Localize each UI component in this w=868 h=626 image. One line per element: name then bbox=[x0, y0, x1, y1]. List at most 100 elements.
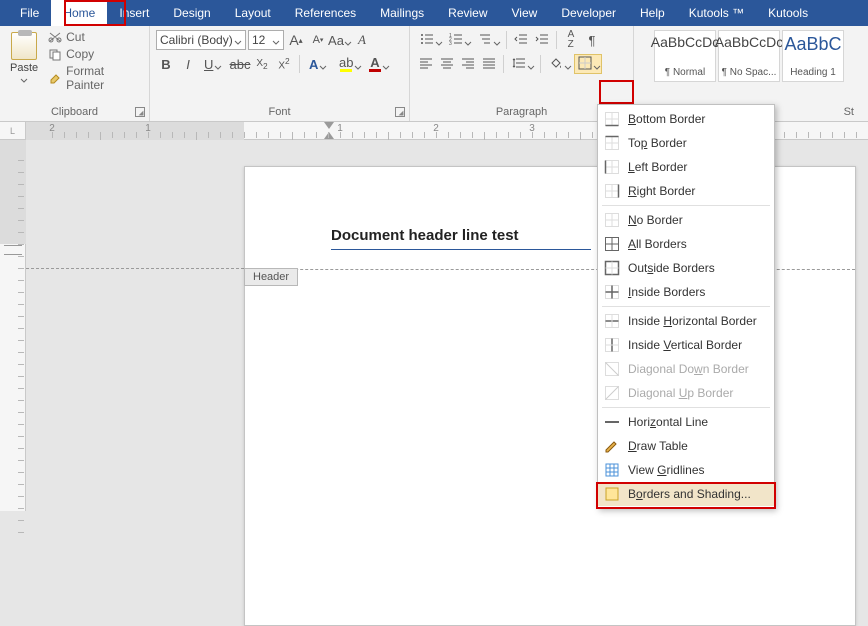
pilcrow-icon: ¶ bbox=[589, 33, 596, 48]
numbering-button[interactable]: 123 bbox=[445, 30, 473, 50]
italic-button[interactable]: I bbox=[178, 54, 198, 74]
group-label-paragraph: Paragraph bbox=[416, 104, 627, 121]
menu-item-label: Horizontal Line bbox=[628, 415, 708, 429]
brush-icon bbox=[48, 72, 62, 84]
align-right-icon bbox=[461, 56, 475, 73]
menu-tab-help[interactable]: Help bbox=[628, 0, 677, 26]
menu-bar: FileHomeInsertDesignLayoutReferencesMail… bbox=[0, 0, 868, 26]
text-effects-button[interactable]: A bbox=[305, 54, 333, 74]
borders-menu-bottom[interactable]: Bottom Border bbox=[598, 107, 774, 131]
menu-tab-file[interactable]: File bbox=[8, 0, 51, 26]
group-clipboard: Paste Cut Copy Format Painter Clipboard bbox=[0, 26, 150, 121]
borders-menu-all[interactable]: All Borders bbox=[598, 232, 774, 256]
indent-marker-top[interactable] bbox=[324, 122, 334, 129]
highlight-button[interactable]: ab bbox=[335, 54, 363, 74]
grow-font-button[interactable]: A▴ bbox=[286, 30, 306, 50]
scissors-icon bbox=[48, 31, 62, 43]
cut-button[interactable]: Cut bbox=[48, 30, 143, 44]
shrink-font-button[interactable]: A▾ bbox=[308, 30, 328, 50]
menu-tab-references[interactable]: References bbox=[283, 0, 368, 26]
paste-button[interactable]: Paste bbox=[6, 30, 42, 84]
menu-tab-kutools[interactable]: Kutools ™ bbox=[677, 0, 756, 26]
borders-dropdown-menu: Bottom Border Top Border Left Border Right … bbox=[597, 104, 775, 509]
inh-icon bbox=[604, 313, 620, 329]
bold-button[interactable]: B bbox=[156, 54, 176, 74]
sort-button[interactable]: AZ bbox=[561, 30, 581, 50]
style-no-spacing[interactable]: AaBbCcDc¶ No Spac... bbox=[718, 30, 780, 82]
menu-item-label: Diagonal Down Border bbox=[628, 362, 749, 376]
dialog-launcher-clipboard[interactable] bbox=[135, 107, 145, 117]
borders-button[interactable] bbox=[574, 54, 602, 74]
change-case-button[interactable]: Aa bbox=[330, 30, 350, 50]
style-normal[interactable]: AaBbCcDc¶ Normal bbox=[654, 30, 716, 82]
borders-menu-inh[interactable]: Inside Horizontal Border bbox=[598, 309, 774, 333]
ddown-icon bbox=[604, 361, 620, 377]
borders-menu-ddown: Diagonal Down Border bbox=[598, 357, 774, 381]
bucket-icon bbox=[549, 56, 563, 73]
decrease-indent-button[interactable] bbox=[511, 30, 531, 50]
copy-icon bbox=[48, 48, 62, 60]
line-spacing-button[interactable] bbox=[508, 54, 536, 74]
borders-menu-borders_shading[interactable]: Borders and Shading... bbox=[598, 482, 774, 506]
borders-menu-dup: Diagonal Up Border bbox=[598, 381, 774, 405]
indent-marker-bottom[interactable] bbox=[324, 132, 334, 139]
align-right-button[interactable] bbox=[458, 54, 478, 74]
font-name-combo[interactable]: Calibri (Body) bbox=[156, 30, 246, 50]
borders-menu-left[interactable]: Left Border bbox=[598, 155, 774, 179]
superscript-button[interactable]: X2 bbox=[274, 54, 294, 74]
chevron-down-icon bbox=[20, 74, 28, 82]
borders-menu-outside[interactable]: Outside Borders bbox=[598, 256, 774, 280]
justify-button[interactable] bbox=[479, 54, 499, 74]
inv-icon bbox=[604, 337, 620, 353]
group-label-font: Font bbox=[156, 104, 403, 121]
menu-tab-insert[interactable]: Insert bbox=[107, 0, 161, 26]
font-color-button[interactable]: A bbox=[365, 54, 393, 74]
menu-item-label: Left Border bbox=[628, 160, 687, 174]
increase-indent-button[interactable] bbox=[532, 30, 552, 50]
borders-menu-inside[interactable]: Inside Borders bbox=[598, 280, 774, 304]
header-boundary-left bbox=[26, 268, 244, 269]
multilevel-button[interactable] bbox=[474, 30, 502, 50]
borders-menu-grid[interactable]: View Gridlines bbox=[598, 458, 774, 482]
menu-tab-mailings[interactable]: Mailings bbox=[368, 0, 436, 26]
borders-menu-right[interactable]: Right Border bbox=[598, 179, 774, 203]
strikethrough-button[interactable]: abc bbox=[230, 54, 250, 74]
borders-menu-top[interactable]: Top Border bbox=[598, 131, 774, 155]
menu-item-label: Inside Horizontal Border bbox=[628, 314, 757, 328]
menu-tab-design[interactable]: Design bbox=[161, 0, 222, 26]
clear-formatting-button[interactable]: A bbox=[352, 30, 372, 50]
borders-menu-hline[interactable]: Horizontal Line bbox=[598, 410, 774, 434]
vertical-ruler[interactable] bbox=[0, 140, 26, 511]
bullets-button[interactable] bbox=[416, 30, 444, 50]
subscript-button[interactable]: X2 bbox=[252, 54, 272, 74]
menu-item-label: Top Border bbox=[628, 136, 687, 150]
font-size-combo[interactable]: 12 bbox=[248, 30, 284, 50]
show-marks-button[interactable]: ¶ bbox=[582, 30, 602, 50]
outside-icon bbox=[604, 260, 620, 276]
document-header-text[interactable]: Document header line test bbox=[331, 227, 519, 244]
borders-menu-no[interactable]: No Border bbox=[598, 208, 774, 232]
eraser-icon: A bbox=[358, 32, 366, 48]
underline-button[interactable]: U bbox=[200, 54, 228, 74]
header-underline bbox=[331, 249, 591, 250]
dialog-launcher-font[interactable] bbox=[395, 107, 405, 117]
align-center-button[interactable] bbox=[437, 54, 457, 74]
chevron-down-icon bbox=[272, 36, 280, 44]
menu-tab-review[interactable]: Review bbox=[436, 0, 499, 26]
hline-icon bbox=[604, 414, 620, 430]
menu-tab-home[interactable]: Home bbox=[51, 0, 107, 26]
menu-tab-layout[interactable]: Layout bbox=[223, 0, 283, 26]
menu-tab-kutools[interactable]: Kutools bbox=[756, 0, 820, 26]
borders-menu-draw[interactable]: Draw Table bbox=[598, 434, 774, 458]
borders-menu-inv[interactable]: Inside Vertical Border bbox=[598, 333, 774, 357]
menu-tab-developer[interactable]: Developer bbox=[549, 0, 628, 26]
shading-button[interactable] bbox=[545, 54, 573, 74]
format-painter-button[interactable]: Format Painter bbox=[48, 64, 143, 92]
align-left-button[interactable] bbox=[416, 54, 436, 74]
chevron-down-icon bbox=[234, 36, 242, 44]
copy-button[interactable]: Copy bbox=[48, 47, 143, 61]
style-heading-1[interactable]: AaBbCHeading 1 bbox=[782, 30, 844, 82]
menu-tab-view[interactable]: View bbox=[500, 0, 550, 26]
paste-icon bbox=[11, 32, 37, 60]
numbering-icon: 123 bbox=[449, 32, 463, 49]
